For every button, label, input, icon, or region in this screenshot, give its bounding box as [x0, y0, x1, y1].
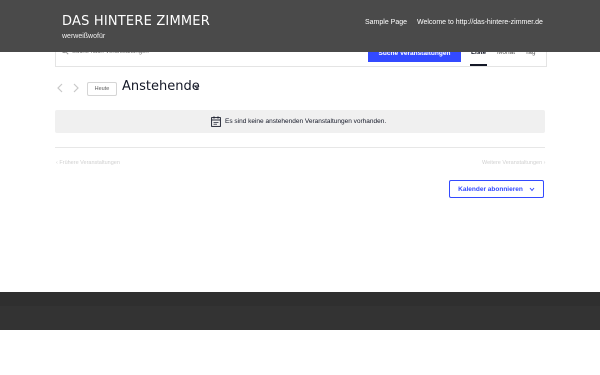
- site-title[interactable]: DAS HINTERE ZIMMER: [62, 14, 210, 29]
- today-button[interactable]: Heute: [87, 82, 117, 96]
- subscribe-calendar-button[interactable]: Kalender abonnieren: [449, 180, 544, 198]
- nav-item-sample-page[interactable]: Sample Page: [365, 19, 407, 26]
- nav-item-welcome[interactable]: Welcome to http://das-hintere-zimmer.de: [417, 19, 543, 26]
- chevron-down-icon[interactable]: [194, 85, 200, 90]
- calendar-icon: [211, 116, 221, 127]
- divider: [55, 147, 545, 148]
- footer-band: [0, 306, 600, 330]
- active-tab-indicator: [470, 64, 487, 66]
- subscribe-label: Kalender abonnieren: [458, 185, 523, 193]
- next-events-label: Weitere Veranstaltungen: [482, 160, 543, 166]
- next-events-link[interactable]: Weitere Veranstaltungen ›: [482, 160, 546, 166]
- site-tagline: werweißwofür: [62, 33, 106, 40]
- previous-events-label: Frühere Veranstaltungen: [59, 160, 120, 166]
- previous-events-link[interactable]: ‹ Frühere Veranstaltungen: [56, 160, 120, 166]
- chevron-left-icon[interactable]: [56, 83, 64, 93]
- chevron-right-icon[interactable]: [72, 83, 80, 93]
- notice-text: Es sind keine anstehenden Veranstaltunge…: [225, 118, 387, 125]
- site-header: DAS HINTERE ZIMMER werweißwofür Sample P…: [0, 0, 600, 52]
- chevron-down-icon: [529, 187, 535, 191]
- datepicker-button[interactable]: Anstehende: [122, 79, 200, 94]
